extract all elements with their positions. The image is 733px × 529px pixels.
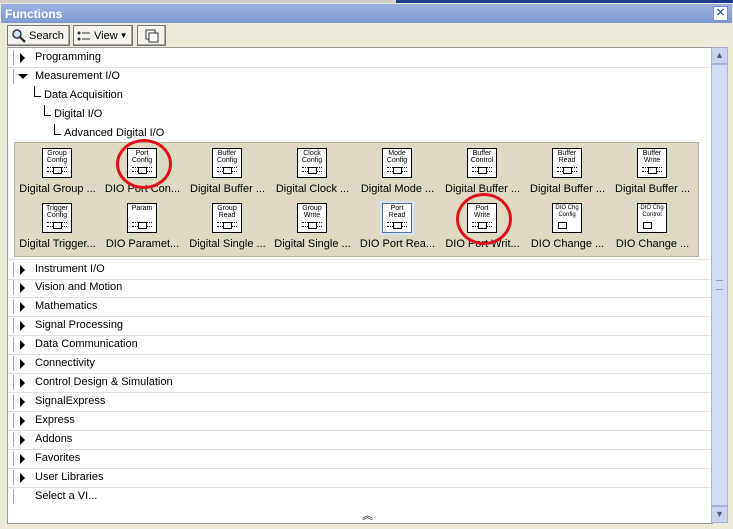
palette-item-dio-change-control[interactable]: DIO Chg Control DIO Change ...: [610, 200, 695, 254]
param-icon: Param: [127, 203, 157, 233]
top-strip: [0, 0, 733, 3]
close-icon: ✕: [715, 7, 726, 19]
search-label: Search: [29, 29, 64, 42]
tree-item-instrument-io[interactable]: Instrument I/O: [8, 259, 712, 280]
expand-icon[interactable]: [20, 265, 25, 275]
expand-icon[interactable]: [20, 378, 25, 388]
title-bar[interactable]: Functions ✕: [1, 4, 732, 23]
view-label: View: [94, 29, 118, 42]
trigger-config-icon: Trigger Config: [42, 203, 72, 233]
scroll-up-icon: ▲: [715, 50, 724, 60]
expand-icon[interactable]: [20, 454, 25, 464]
group-config-icon: Group Config: [42, 148, 72, 178]
highlight-circle-port-write: [456, 193, 512, 245]
collapse-icon[interactable]: [18, 74, 28, 79]
expand-icon[interactable]: [20, 340, 25, 350]
palette-item-dio-parameter[interactable]: Param DIO Paramet...: [100, 200, 185, 254]
expand-icon[interactable]: [20, 359, 25, 369]
breadcrumb-advanced-digital-io[interactable]: Advanced Digital I/O: [54, 124, 164, 139]
view-button[interactable]: View ▼: [73, 25, 133, 46]
tree-item-vision-and-motion[interactable]: Vision and Motion: [8, 278, 712, 298]
tree-item-addons[interactable]: Addons: [8, 430, 712, 450]
dio-change-config-icon: DIO Chg Config: [552, 203, 582, 233]
scroll-down-icon: ▼: [715, 509, 724, 519]
expand-icon[interactable]: [20, 302, 25, 312]
buffer-control-icon: Buffer Control: [467, 148, 497, 178]
toolbar: Search View ▼: [1, 23, 732, 47]
view-icon: [77, 31, 90, 40]
expand-icon[interactable]: [20, 397, 25, 407]
search-button[interactable]: Search: [7, 25, 70, 46]
tree-item-programming[interactable]: Programming: [8, 48, 712, 68]
palette-item-digital-mode-config[interactable]: Mode Config Digital Mode ...: [355, 145, 440, 199]
port-read-icon: Port Read: [382, 203, 412, 233]
vertical-scrollbar[interactable]: ▲ ▼: [711, 47, 728, 523]
expand-icon[interactable]: [20, 321, 25, 331]
clock-config-icon: Clock Config: [297, 148, 327, 178]
group-write-icon: Group Write: [297, 203, 327, 233]
palette-item-dio-port-read[interactable]: Port Read DIO Port Rea...: [355, 200, 440, 254]
tree-item-mathematics[interactable]: Mathematics: [8, 297, 712, 317]
highlight-circle-port-config: [116, 139, 172, 189]
breadcrumb-digital-io[interactable]: Digital I/O: [44, 105, 102, 120]
palette-item-digital-single-write[interactable]: Group Write Digital Single ...: [270, 200, 355, 254]
palette-options-button[interactable]: [137, 25, 166, 46]
tree-item-signalexpress[interactable]: SignalExpress: [8, 392, 712, 412]
window-title: Functions: [5, 7, 63, 21]
tree-item-select-vi[interactable]: Select a VI...: [8, 487, 712, 506]
tree-item-express[interactable]: Express: [8, 411, 712, 431]
palette-item-digital-buffer-config[interactable]: Buffer Config Digital Buffer ...: [185, 145, 270, 199]
tree-item-data-communication[interactable]: Data Communication: [8, 335, 712, 355]
breadcrumb-data-acquisition[interactable]: Data Acquisition: [34, 86, 123, 101]
close-button[interactable]: ✕: [713, 6, 728, 21]
scroll-thumb[interactable]: [711, 64, 728, 506]
mode-config-icon: Mode Config: [382, 148, 412, 178]
buffer-write-icon: Buffer Write: [637, 148, 667, 178]
search-icon: [12, 28, 26, 43]
palette-tree: Programming Measurement I/O Data Acquisi…: [7, 47, 713, 524]
palette-item-digital-group-config[interactable]: Group Config Digital Group ...: [15, 145, 100, 199]
expand-icon[interactable]: [20, 283, 25, 293]
scroll-up-button[interactable]: ▲: [711, 47, 728, 64]
tree-item-favorites[interactable]: Favorites: [8, 449, 712, 469]
tree-item-connectivity[interactable]: Connectivity: [8, 354, 712, 374]
palette-item-digital-trigger-config[interactable]: Trigger Config Digital Trigger...: [15, 200, 100, 254]
group-read-icon: Group Read: [212, 203, 242, 233]
buffer-read-icon: Buffer Read: [552, 148, 582, 178]
palette-options-icon: [145, 29, 158, 42]
palette-item-digital-single-read[interactable]: Group Read Digital Single ...: [185, 200, 270, 254]
expand-icon[interactable]: [20, 435, 25, 445]
expand-icon[interactable]: [20, 473, 25, 483]
palette-item-digital-buffer-control[interactable]: Buffer Control Digital Buffer ...: [440, 145, 525, 199]
dio-change-control-icon: DIO Chg Control: [637, 203, 667, 233]
buffer-config-icon: Buffer Config: [212, 148, 242, 178]
chevron-down-icon: ▼: [119, 31, 128, 40]
tree-item-measurement-io[interactable]: Measurement I/O: [8, 67, 712, 86]
tree-item-user-libraries[interactable]: User Libraries: [8, 468, 712, 488]
palette-item-digital-buffer-write[interactable]: Buffer Write Digital Buffer ...: [610, 145, 695, 199]
palette-item-dio-change-config[interactable]: DIO Chg Config DIO Change ...: [525, 200, 610, 254]
palette-item-digital-clock-config[interactable]: Clock Config Digital Clock ...: [270, 145, 355, 199]
tree-item-control-design-simulation[interactable]: Control Design & Simulation: [8, 373, 712, 393]
palette-item-digital-buffer-read[interactable]: Buffer Read Digital Buffer ...: [525, 145, 610, 199]
scroll-down-button[interactable]: ▼: [711, 506, 728, 523]
tree-item-signal-processing[interactable]: Signal Processing: [8, 316, 712, 336]
expand-icon[interactable]: [20, 53, 25, 63]
expand-icon[interactable]: [20, 416, 25, 426]
collapse-all-icon[interactable]: ︽: [362, 507, 373, 523]
